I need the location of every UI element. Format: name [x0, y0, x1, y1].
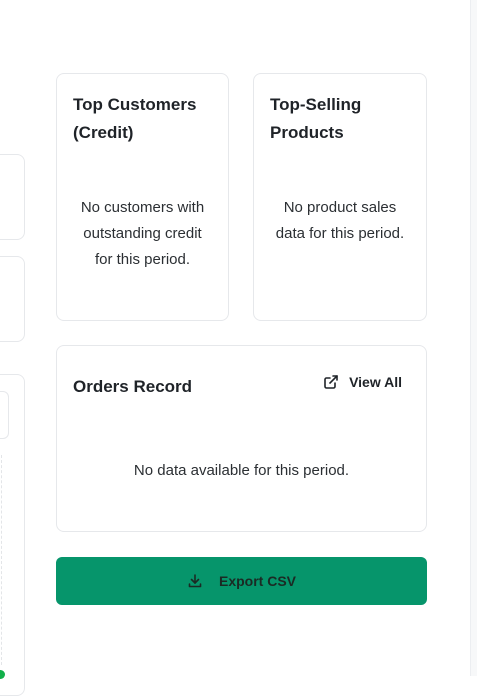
top-products-title: Top-Selling Products	[270, 91, 361, 147]
export-csv-button[interactable]: Export CSV	[56, 557, 427, 605]
top-customers-empty-message: No customers with outstanding credit for…	[69, 195, 216, 273]
left-stat-card-2	[0, 256, 25, 342]
top-customers-title-line1: Top Customers	[73, 95, 197, 114]
orders-record-empty-message: No data available for this period.	[133, 462, 350, 479]
left-chart-gridline	[1, 455, 2, 665]
download-icon	[187, 573, 203, 589]
orders-record-title: Orders Record	[73, 377, 193, 396]
top-products-empty-line2: data for this period.	[275, 225, 405, 242]
top-customers-empty-line1: No customers with	[80, 199, 205, 216]
top-customers-card: Top Customers (Credit) No customers with…	[56, 73, 229, 321]
top-products-title-line2: Products	[270, 123, 344, 142]
top-customers-title-line2: (Credit)	[73, 123, 134, 142]
orders-record-card: Orders Record View All No data available…	[56, 345, 427, 532]
top-customers-title: Top Customers (Credit)	[73, 91, 196, 147]
top-customers-empty-line3: for this period.	[94, 251, 191, 268]
top-products-card: Top-Selling Products No product sales da…	[253, 73, 427, 321]
export-csv-label: Export CSV	[218, 573, 296, 589]
view-all-link[interactable]: View All	[323, 374, 402, 390]
top-products-title-line1: Top-Selling	[270, 95, 362, 114]
page-right-edge	[470, 0, 477, 676]
external-link-icon	[323, 374, 339, 390]
left-chart-filter[interactable]	[0, 391, 9, 439]
top-customers-empty-line2: outstanding credit	[83, 225, 202, 242]
view-all-label: View All	[349, 374, 402, 390]
top-products-empty-message: No product sales data for this period.	[266, 195, 414, 247]
top-products-empty-line1: No product sales	[283, 199, 397, 216]
left-stat-card-1	[0, 154, 25, 240]
